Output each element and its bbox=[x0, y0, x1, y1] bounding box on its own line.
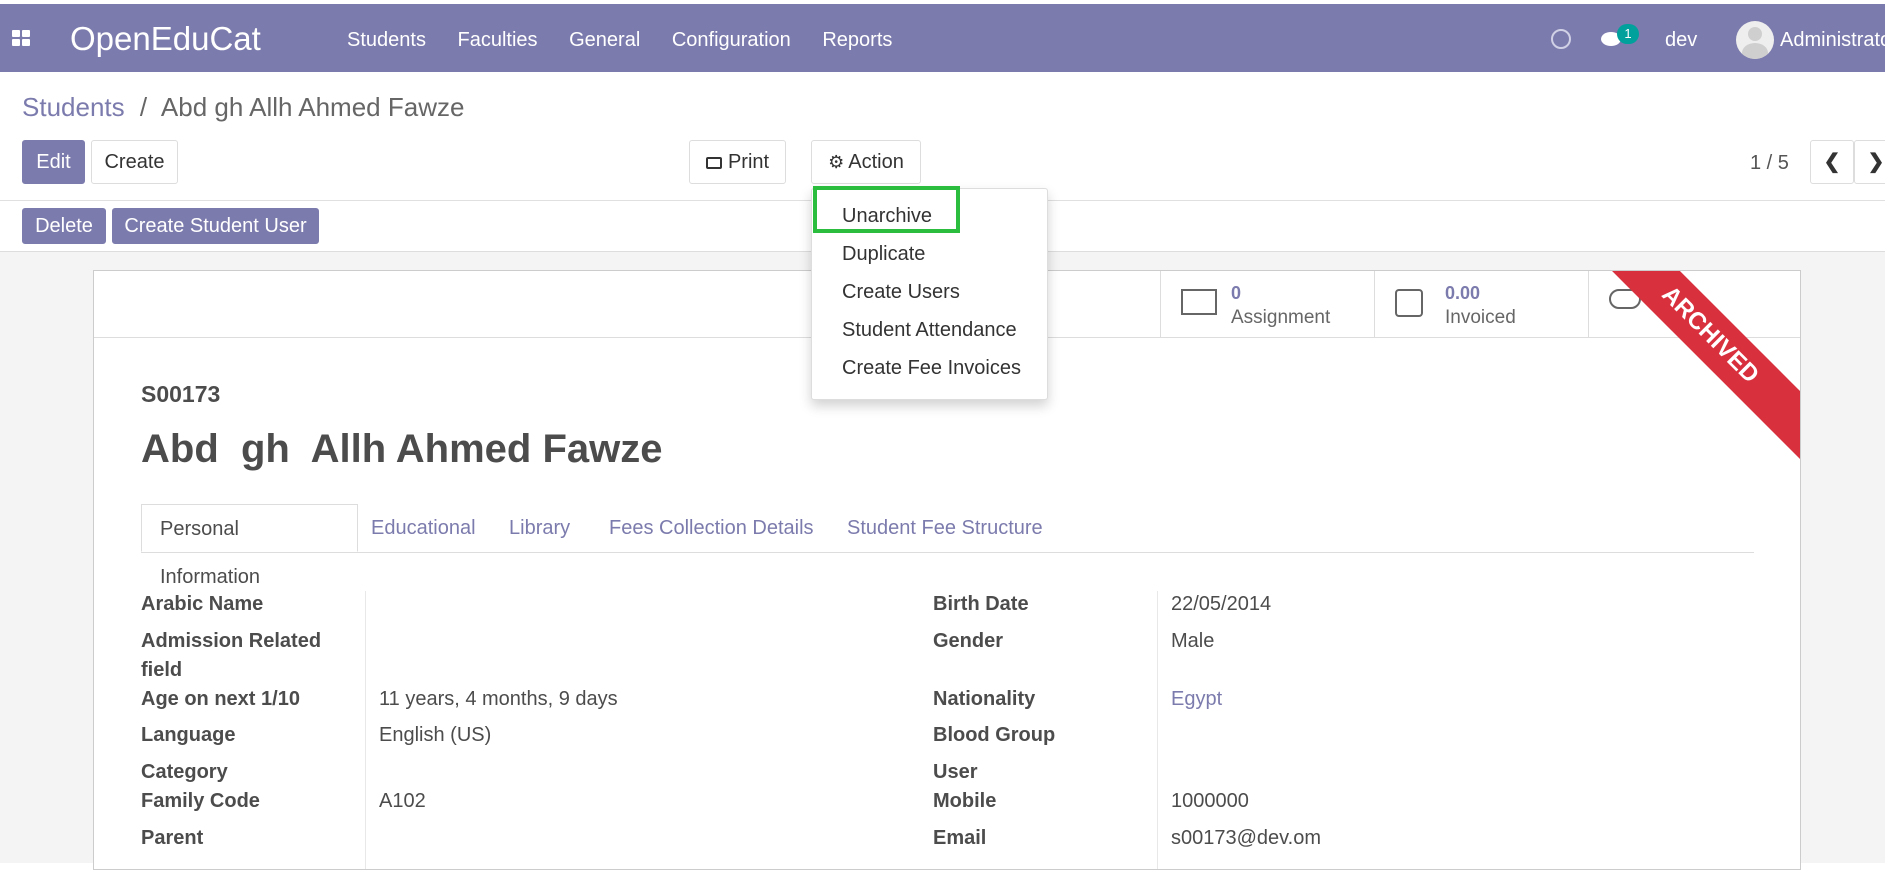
user-name[interactable]: Administrator bbox=[1780, 29, 1885, 52]
assignment-label: Assignment bbox=[1231, 307, 1331, 328]
breadcrumb-current: Abd gh Allh Ahmed Fawze bbox=[160, 92, 465, 122]
birth-date-value: 22/05/2014 bbox=[1171, 593, 1272, 615]
user-label: User bbox=[933, 761, 978, 783]
gender-label: Gender bbox=[933, 630, 1004, 652]
mobile-value: 1000000 bbox=[1171, 790, 1249, 812]
main-menu: Students Faculties General Configuration… bbox=[347, 29, 918, 52]
pager-previous-button[interactable]: ❮ bbox=[1810, 140, 1854, 184]
nationality-link[interactable]: Egypt bbox=[1171, 685, 1222, 714]
chat-count-badge: 1 bbox=[1617, 24, 1639, 44]
menu-configuration[interactable]: Configuration bbox=[672, 29, 791, 51]
assignment-stat-button[interactable]: 0 Assignment bbox=[1160, 271, 1374, 337]
avatar[interactable] bbox=[1736, 21, 1774, 59]
pager-value[interactable]: 1 / 5 bbox=[1750, 152, 1789, 175]
birth-date-label: Birth Date bbox=[933, 593, 1029, 615]
action-label: Action bbox=[848, 151, 904, 173]
language-value: English (US) bbox=[379, 724, 492, 746]
brand-name[interactable]: OpenEduCat bbox=[70, 20, 261, 58]
tab-student-fee-structure[interactable]: Student Fee Structure bbox=[847, 504, 1043, 552]
clock-icon[interactable] bbox=[1551, 29, 1571, 49]
admission-related-label-cont: field bbox=[141, 659, 183, 681]
family-code-label: Family Code bbox=[141, 790, 260, 812]
chevron-left-icon: ❮ bbox=[1823, 151, 1841, 173]
parent-label: Parent bbox=[141, 827, 204, 849]
action-button[interactable]: ⚙ Action bbox=[811, 140, 921, 184]
tab-fees-collection-details[interactable]: Fees Collection Details bbox=[609, 504, 814, 552]
delete-button[interactable]: Delete bbox=[22, 208, 106, 244]
menu-item-create-users[interactable]: Create Users bbox=[842, 281, 960, 304]
tab-library[interactable]: Library bbox=[509, 504, 570, 552]
arabic-name-label: Arabic Name bbox=[141, 593, 264, 615]
gear-icon: ⚙ bbox=[828, 152, 845, 172]
student-reference: S00173 bbox=[141, 381, 221, 407]
tab-educational[interactable]: Educational bbox=[371, 504, 476, 552]
nationality-label: Nationality bbox=[933, 688, 1036, 710]
menu-item-student-attendance[interactable]: Student Attendance bbox=[842, 319, 1017, 342]
gender-value: Male bbox=[1171, 630, 1215, 652]
chevron-right-icon: ❯ bbox=[1867, 151, 1885, 173]
email-label: Email bbox=[933, 827, 987, 849]
create-button[interactable]: Create bbox=[91, 140, 178, 184]
menu-faculties[interactable]: Faculties bbox=[458, 29, 538, 51]
newspaper-icon bbox=[1181, 289, 1217, 315]
top-navbar: OpenEduCat Students Faculties General Co… bbox=[0, 4, 1885, 72]
tab-personal-information[interactable]: Personal Information bbox=[141, 504, 358, 588]
age-label: Age on next 1/10 bbox=[141, 688, 300, 710]
edit-button[interactable]: Edit bbox=[22, 140, 85, 184]
category-label: Category bbox=[141, 761, 228, 783]
invoiced-amount: 0.00 bbox=[1445, 283, 1481, 303]
menu-item-create-fee-invoices[interactable]: Create Fee Invoices bbox=[842, 357, 1021, 380]
menu-general[interactable]: General bbox=[569, 29, 640, 51]
print-button[interactable]: Print bbox=[689, 140, 786, 184]
unarchive-highlight-box bbox=[813, 186, 960, 233]
print-icon bbox=[705, 156, 722, 169]
family-code-value: A102 bbox=[379, 790, 426, 812]
breadcrumb-students-link[interactable]: Students bbox=[22, 92, 125, 122]
left-column-divider bbox=[365, 591, 366, 869]
language-label: Language bbox=[141, 724, 236, 746]
apps-menu-icon[interactable] bbox=[12, 30, 32, 48]
invoiced-stat-button[interactable]: 0.00 Invoiced bbox=[1374, 271, 1588, 337]
admission-related-label: Admission Related bbox=[141, 630, 322, 652]
menu-students[interactable]: Students bbox=[347, 29, 426, 51]
form-tabs: Personal Information Educational Library… bbox=[141, 504, 1754, 588]
menu-reports[interactable]: Reports bbox=[822, 29, 892, 51]
blood-group-label: Blood Group bbox=[933, 724, 1056, 746]
print-label: Print bbox=[727, 151, 770, 173]
create-student-user-button[interactable]: Create Student User bbox=[112, 208, 319, 244]
pager-next-button[interactable]: ❯ bbox=[1854, 140, 1885, 184]
menu-item-duplicate[interactable]: Duplicate bbox=[842, 243, 925, 266]
mobile-label: Mobile bbox=[933, 790, 997, 812]
age-value: 11 years, 4 months, 9 days bbox=[379, 688, 618, 710]
invoiced-label: Invoiced bbox=[1445, 307, 1516, 328]
pencil-square-icon bbox=[1395, 289, 1423, 317]
right-column-divider bbox=[1157, 591, 1158, 869]
database-name[interactable]: dev bbox=[1665, 29, 1697, 52]
student-name: Abd gh Allh Ahmed Fawze bbox=[141, 427, 663, 471]
assignment-count: 0 bbox=[1231, 283, 1242, 303]
email-value: s00173@dev.om bbox=[1171, 827, 1322, 849]
breadcrumb: Students / Abd gh Allh Ahmed Fawze bbox=[22, 92, 464, 123]
breadcrumb-separator: / bbox=[139, 92, 148, 122]
